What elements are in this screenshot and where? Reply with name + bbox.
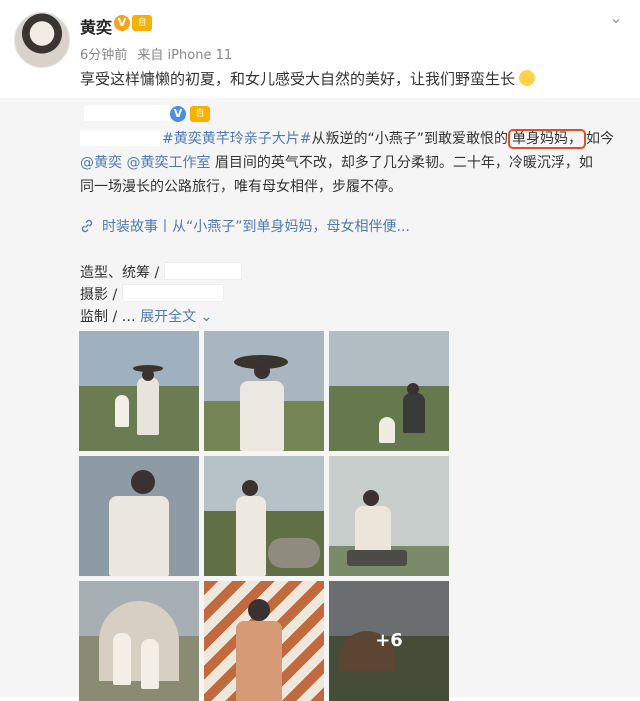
photo-6[interactable] [329,456,449,576]
repost-text-2: 眉目间的英气不改，却多了几分柔韧。二十年，冷暖沉浮，如 [214,155,593,171]
mention-link-2[interactable]: @黄奕工作室 [126,155,210,171]
repost-author-redacted [84,105,170,121]
emoji-icon [519,70,536,86]
photo-9-more[interactable]: +6 [329,581,449,701]
redacted-block [121,284,224,302]
post-meta: 6分钟前 来自 iPhone 11 [80,44,238,63]
repost-text-1-tail: 如今 [585,131,614,147]
photo-2[interactable] [204,331,324,451]
author-name[interactable]: 黄奕 [80,14,112,38]
post-source: 来自 iPhone 11 [137,48,233,63]
expand-button[interactable]: 展开全文 ⌄ [140,309,212,325]
verified-badge-icon: V [114,15,130,31]
credit-styling-label: 造型、统筹 / [80,265,160,281]
expand-arrow-icon: ⌄ [200,309,213,325]
redacted-block [163,262,242,280]
photo-1[interactable] [79,331,199,451]
credit-photo-label: 摄影 / [80,287,118,303]
post-time: 6分钟前 [80,48,128,63]
credit-production: 监制 / … 展开全文 ⌄ [80,306,212,326]
post-text-content: 享受这样慵懒的初夏，和女儿感受大自然的美好，让我们野蛮生长 [80,70,516,88]
mention-link-1[interactable]: @黄奕 [80,155,122,171]
repost-text-1: 从叛逆的“小燕子”到敢爱敢恨的 [311,131,508,147]
more-photos-count[interactable]: +6 [329,581,449,701]
photo-grid: +6 [79,331,449,701]
repost-line-3: 同一场漫长的公路旅行，唯有母女相伴，步履不停。 [80,179,402,195]
article-link-text: 时装故事丨从“小燕子”到单身妈妈，母女相伴便... [102,219,410,235]
post-text: 享受这样慵懒的初夏，和女儿感受大自然的美好，让我们野蛮生长 [80,68,536,89]
photo-3[interactable] [329,331,449,451]
post-header: 黄奕 V 自 6分钟前 来自 iPhone 11 ⌄ 享受这样慵懒的初夏，和女儿… [0,0,640,98]
photo-4[interactable] [79,456,199,576]
photo-8[interactable] [204,581,324,701]
redacted-block [80,130,160,146]
credit-photo: 摄影 / [80,284,224,304]
repost-line-2: @黄奕 @黄奕工作室 眉目间的英气不改，却多了几分柔韧。二十年，冷暖沉浮，如 [80,152,593,172]
chevron-down-icon[interactable]: ⌄ [606,8,626,28]
photo-7[interactable] [79,581,199,701]
avatar[interactable] [14,12,70,68]
credit-production-label: 监制 / … [80,309,136,325]
photo-5[interactable] [204,456,324,576]
repost-verified-badge-icon: V [170,106,186,122]
member-badge-icon: 自 [132,15,152,31]
repost-line-1: #黄奕黄芊玲亲子大片#从叛逆的“小燕子”到敢爱敢恨的 单身妈妈， 如今 [162,128,614,149]
highlighted-phrase: 单身妈妈， [507,129,586,149]
hashtag-link[interactable]: #黄奕黄芊玲亲子大片# [162,131,311,147]
repost-member-badge-icon: 自 [190,106,210,122]
link-icon [81,219,93,233]
article-link[interactable]: 时装故事丨从“小燕子”到单身妈妈，母女相伴便... [80,216,410,236]
credit-styling: 造型、统筹 / [80,262,242,282]
expand-label: 展开全文 [140,309,197,325]
